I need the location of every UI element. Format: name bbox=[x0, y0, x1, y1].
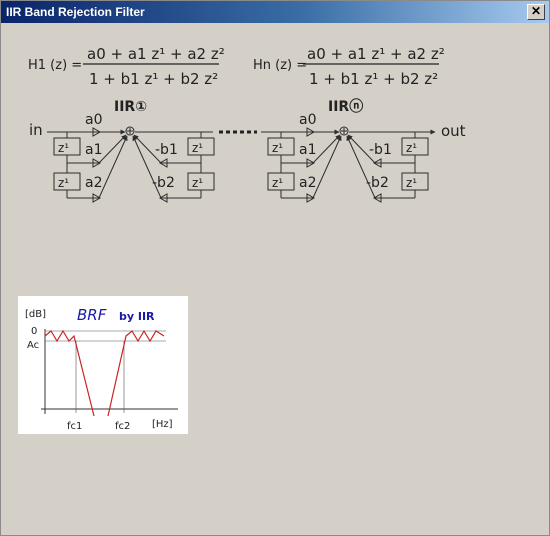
response-curve-right bbox=[107, 329, 165, 417]
stagen-label: IIRⓝ bbox=[328, 98, 363, 115]
filter-diagram: H1 (z) = a0 + a1 z¹ + a2 z² 1 + b1 z¹ + … bbox=[28, 45, 466, 203]
window-title: IIR Band Rejection Filter bbox=[6, 5, 145, 19]
y-unit-label: [dB] bbox=[25, 309, 46, 320]
hn-denominator: 1 + b1 z¹ + b2 z² bbox=[309, 70, 438, 88]
brf-response-panel: [dB] BRF by IIR 0 Ac fc1 fc2 [Hz] bbox=[18, 296, 188, 434]
stagen-a1-label: a1 bbox=[299, 142, 317, 158]
x-tick-fc1: fc1 bbox=[67, 421, 82, 432]
stagen-delay-fb1-label: z¹ bbox=[406, 141, 417, 155]
stage1-b1-label: -b1 bbox=[155, 142, 178, 158]
stagen-b2-label: -b2 bbox=[366, 175, 389, 191]
stage1-b2-label: -b2 bbox=[152, 175, 175, 191]
hn-label: Hn (z) = bbox=[253, 58, 307, 73]
input-label: in bbox=[29, 121, 43, 139]
h1-numerator: a0 + a1 z¹ + a2 z² bbox=[87, 45, 225, 63]
stagen-b1-label: -b1 bbox=[369, 142, 392, 158]
iir-stage-n: IIRⓝ a0 z¹ z¹ a1 a2 z¹ z¹ -b1 -b2 bbox=[261, 98, 436, 203]
y-tick-0: 0 bbox=[31, 326, 37, 337]
response-curve-left bbox=[44, 329, 95, 417]
title-bar: IIR Band Rejection Filter ✕ bbox=[1, 1, 549, 23]
h1-label: H1 (z) = bbox=[28, 58, 82, 73]
chart-subtitle: by IIR bbox=[119, 310, 155, 323]
stagen-delay-ff2-label: z¹ bbox=[272, 176, 283, 190]
stage1-a2-label: a2 bbox=[85, 175, 103, 191]
stagen-a0-label: a0 bbox=[299, 112, 317, 128]
filter-window: IIR Band Rejection Filter ✕ H1 (z) = a0 … bbox=[0, 0, 550, 536]
h1-denominator: 1 + b1 z¹ + b2 z² bbox=[89, 70, 218, 88]
close-button[interactable]: ✕ bbox=[527, 4, 545, 20]
x-unit-label: [Hz] bbox=[152, 419, 173, 430]
stage1-a1-label: a1 bbox=[85, 142, 103, 158]
brf-response-chart: [dB] BRF by IIR 0 Ac fc1 fc2 [Hz] bbox=[25, 306, 178, 432]
y-tick-ac: Ac bbox=[27, 340, 39, 351]
stage1-label: IIR① bbox=[114, 99, 147, 115]
stage1-delay-fb1-label: z¹ bbox=[192, 141, 203, 155]
hn-numerator: a0 + a1 z¹ + a2 z² bbox=[307, 45, 445, 63]
stagen-delay-ff1-label: z¹ bbox=[272, 141, 283, 155]
output-label: out bbox=[441, 122, 466, 140]
stage1-delay-fb2-label: z¹ bbox=[192, 176, 203, 190]
x-tick-fc2: fc2 bbox=[115, 421, 130, 432]
chart-title: BRF bbox=[77, 306, 107, 324]
stage1-delay-ff1-label: z¹ bbox=[58, 141, 69, 155]
stagen-delay-fb2-label: z¹ bbox=[406, 176, 417, 190]
stage1-a0-label: a0 bbox=[85, 112, 103, 128]
stagen-a2-label: a2 bbox=[299, 175, 317, 191]
stage1-delay-ff2-label: z¹ bbox=[58, 176, 69, 190]
iir-stage-1: IIR① a0 z¹ z¹ a1 a2 z¹ z¹ -b1 -b2 bbox=[47, 99, 215, 203]
